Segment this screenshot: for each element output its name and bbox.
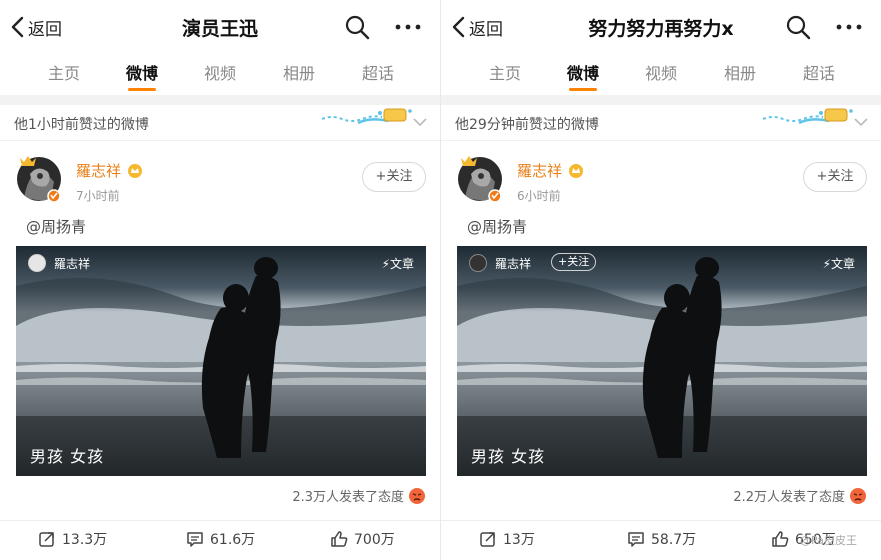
comment-button[interactable]: 61.6万 (186, 529, 255, 549)
liked-header: 他29分钟前赞过的微博 (441, 105, 881, 141)
comment-icon (187, 532, 203, 547)
chevron-left-icon (452, 16, 465, 38)
more-icon[interactable] (392, 16, 424, 38)
active-tab-indicator (569, 88, 597, 91)
tab-supertopic[interactable]: 超话 (348, 60, 408, 84)
liked-text: 他29分钟前赞过的微博 (455, 117, 599, 133)
comment-button[interactable]: 58.7万 (627, 529, 696, 549)
back-label: 返回 (469, 19, 503, 40)
chevron-down-icon[interactable] (853, 115, 869, 129)
card-author: 羅志祥 (495, 257, 532, 271)
tab-home[interactable]: 主页 (34, 60, 94, 84)
comment-count: 58.7万 (651, 532, 697, 548)
reactions-text: 2.3万人发表了态度 (292, 490, 404, 505)
profile-panel-right: 返回 努力努力再努力x 主页 微博 视频 相册 超话 他29分钟前赞过的微博 羅… (441, 0, 881, 560)
like-button[interactable]: 700万 (330, 529, 395, 549)
post-mention[interactable]: @周扬青 (26, 216, 86, 237)
vip-crown-icon (128, 164, 142, 178)
card-caption: 男孩 女孩 (30, 447, 105, 466)
back-button[interactable]: 返回 (451, 14, 503, 40)
soap-splash-icon (321, 108, 412, 125)
tab-weibo[interactable]: 微博 (553, 60, 613, 84)
watermark: @Pa皮皮王 (800, 534, 857, 547)
tab-home[interactable]: 主页 (475, 60, 535, 84)
repost-icon (39, 532, 54, 547)
search-icon[interactable] (344, 14, 370, 40)
back-label: 返回 (28, 19, 62, 40)
search-icon[interactable] (785, 14, 811, 40)
active-tab-indicator (128, 88, 156, 91)
profile-tabs: 主页 微博 视频 相册 超话 (441, 52, 881, 94)
liked-text: 他1小时前赞过的微博 (14, 117, 149, 133)
card-caption: 男孩 女孩 (471, 447, 546, 466)
tab-album[interactable]: 相册 (710, 60, 770, 84)
avatar[interactable] (14, 150, 64, 204)
like-count: 700万 (354, 532, 395, 548)
article-label: ⚡文章 (822, 257, 855, 271)
chevron-down-icon[interactable] (412, 115, 428, 129)
reactions-text: 2.2万人发表了态度 (733, 490, 845, 505)
reactions-summary[interactable]: 2.3万人发表了态度 (0, 486, 426, 505)
follow-button[interactable]: +关注 (362, 162, 426, 192)
action-bar: 13.3万 61.6万 700万 (0, 520, 440, 556)
vip-crown-icon (569, 164, 583, 178)
liked-header: 他1小时前赞过的微博 (0, 105, 440, 141)
angry-face-icon (850, 488, 866, 504)
repost-count: 13.3万 (62, 532, 108, 548)
screenshot-root: 返回 演员王迅 主页 微博 视频 相册 超话 他1小时前赞过的微博 羅志祥 7小… (0, 0, 881, 560)
chevron-left-icon (11, 16, 24, 38)
comment-count: 61.6万 (210, 532, 256, 548)
section-gap (0, 95, 440, 105)
profile-panel-left: 返回 演员王迅 主页 微博 视频 相册 超话 他1小时前赞过的微博 羅志祥 7小… (0, 0, 440, 560)
tab-video[interactable]: 视频 (190, 60, 250, 84)
thumbs-up-icon (772, 531, 789, 547)
post-mention[interactable]: @周扬青 (467, 216, 527, 237)
profile-tabs: 主页 微博 视频 相册 超话 (0, 52, 440, 94)
angry-face-icon (409, 488, 425, 504)
post-time: 6小时前 (517, 189, 561, 203)
card-avatar (469, 254, 487, 272)
follow-button[interactable]: +关注 (803, 162, 867, 192)
avatar[interactable] (455, 150, 505, 204)
top-bar: 返回 努力努力再努力x (441, 0, 881, 52)
beach-photo (457, 246, 867, 476)
repost-button[interactable]: 13万 (479, 529, 535, 549)
comment-icon (628, 532, 644, 547)
back-button[interactable]: 返回 (10, 14, 62, 40)
post-time: 7小时前 (76, 189, 120, 203)
more-icon[interactable] (833, 16, 865, 38)
reactions-summary[interactable]: 2.2万人发表了态度 (441, 486, 867, 505)
tab-supertopic[interactable]: 超话 (789, 60, 849, 84)
post-author[interactable]: 羅志祥 (76, 160, 121, 181)
article-label: ⚡文章 (381, 257, 414, 271)
tab-album[interactable]: 相册 (269, 60, 329, 84)
tab-weibo[interactable]: 微博 (112, 60, 172, 84)
repost-button[interactable]: 13.3万 (38, 529, 107, 549)
beach-photo (16, 246, 426, 476)
repost-icon (480, 532, 495, 547)
card-avatar (28, 254, 46, 272)
card-follow-button[interactable]: +关注 (551, 253, 597, 271)
top-bar: 返回 演员王迅 (0, 0, 440, 52)
page-title: 努力努力再努力x (588, 18, 734, 40)
soap-splash-icon (762, 108, 853, 125)
thumbs-up-icon (331, 531, 348, 547)
section-gap (441, 95, 881, 105)
article-card[interactable]: 羅志祥 ⚡文章 男孩 女孩 (16, 246, 426, 476)
post-author[interactable]: 羅志祥 (517, 160, 562, 181)
page-title: 演员王迅 (181, 18, 258, 40)
tab-video[interactable]: 视频 (631, 60, 691, 84)
repost-count: 13万 (503, 532, 535, 548)
card-author: 羅志祥 (54, 257, 91, 271)
article-card[interactable]: 羅志祥 +关注 ⚡文章 男孩 女孩 (457, 246, 867, 476)
